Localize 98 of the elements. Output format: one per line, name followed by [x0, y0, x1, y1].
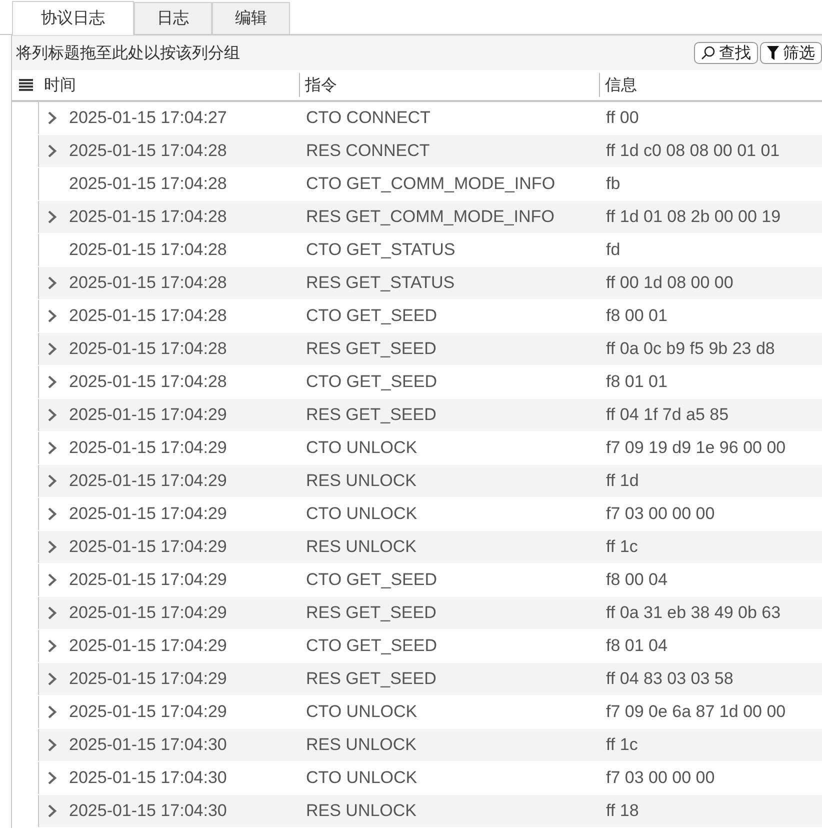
time-cell: 2025-01-15 17:04:28 [69, 306, 227, 326]
expand-chevron-icon[interactable] [47, 210, 57, 224]
column-header[interactable]: 指令 [299, 73, 599, 97]
expand-chevron-icon[interactable] [47, 441, 57, 455]
expand-chevron-icon[interactable] [47, 474, 57, 488]
command-cell: CTO UNLOCK [306, 438, 418, 457]
time-cell: 2025-01-15 17:04:27 [69, 108, 227, 128]
command-cell: CTO GET_SEED [306, 372, 437, 391]
expand-chevron-icon[interactable] [47, 738, 57, 752]
command-cell: CTO CONNECT [306, 108, 430, 127]
info-cell: f7 03 00 00 00 [606, 768, 715, 787]
info-cell: ff 1d c0 08 08 00 01 01 [606, 141, 780, 160]
expand-chevron-icon[interactable] [47, 606, 57, 620]
command-cell: RES UNLOCK [306, 471, 417, 490]
time-cell: 2025-01-15 17:04:29 [69, 537, 227, 557]
command-cell: CTO UNLOCK [306, 768, 418, 787]
expand-chevron-icon[interactable] [47, 639, 57, 653]
info-cell: f8 01 04 [606, 636, 668, 655]
time-cell: 2025-01-15 17:04:28 [69, 273, 227, 293]
info-cell: f8 00 04 [606, 570, 668, 589]
filter-icon [767, 46, 779, 60]
expand-chevron-icon[interactable] [47, 672, 57, 686]
command-cell: RES UNLOCK [306, 537, 417, 556]
info-cell: f7 09 19 d9 1e 96 00 00 [606, 438, 786, 457]
time-cell: 2025-01-15 17:04:28 [69, 372, 227, 392]
expand-chevron-icon[interactable] [47, 573, 57, 587]
expand-chevron-icon[interactable] [47, 804, 57, 818]
info-cell: ff 0a 31 eb 38 49 0b 63 [606, 603, 781, 622]
expand-chevron-icon[interactable] [47, 375, 57, 389]
time-cell: 2025-01-15 17:04:30 [69, 768, 227, 788]
command-cell: RES GET_SEED [306, 339, 436, 358]
command-cell: CTO GET_STATUS [306, 240, 456, 259]
time-cell: 2025-01-15 17:04:29 [69, 471, 227, 491]
expand-chevron-icon[interactable] [47, 309, 57, 323]
info-cell: ff 00 1d 08 00 00 [606, 273, 734, 292]
tab[interactable]: 协议日志 [12, 1, 134, 35]
time-cell: 2025-01-15 17:04:28 [69, 207, 227, 227]
search-button[interactable]: 查找 [694, 42, 758, 64]
tab[interactable]: 编辑 [212, 2, 290, 34]
expand-chevron-icon[interactable] [47, 507, 57, 521]
expand-chevron-icon[interactable] [47, 408, 57, 422]
command-cell: CTO UNLOCK [306, 702, 418, 721]
info-cell: fb [606, 174, 620, 193]
time-cell: 2025-01-15 17:04:29 [69, 702, 227, 722]
command-cell: RES GET_SEED [306, 669, 436, 688]
column-header[interactable]: 信息 [599, 73, 822, 97]
command-cell: CTO GET_SEED [306, 570, 437, 589]
column-chooser-icon[interactable] [18, 79, 32, 91]
command-cell: RES CONNECT [306, 141, 430, 160]
tab[interactable]: 日志 [134, 2, 212, 34]
command-cell: CTO UNLOCK [306, 504, 418, 523]
info-cell: fd [606, 240, 620, 259]
info-cell: ff 18 [606, 801, 639, 820]
command-cell: RES UNLOCK [306, 735, 417, 754]
time-cell: 2025-01-15 17:04:28 [69, 240, 227, 260]
time-cell: 2025-01-15 17:04:29 [69, 504, 227, 524]
expand-chevron-icon[interactable] [47, 771, 57, 785]
info-cell: f7 03 00 00 00 [606, 504, 715, 523]
command-cell: RES GET_SEED [306, 603, 436, 622]
info-cell: ff 1d [606, 471, 639, 490]
filter-button[interactable]: 筛选 [760, 42, 822, 64]
command-cell: RES UNLOCK [306, 801, 417, 820]
info-cell: ff 04 83 03 03 58 [606, 669, 734, 688]
info-cell: ff 1c [606, 537, 638, 556]
info-cell: ff 1d 01 08 2b 00 00 19 [606, 207, 781, 226]
time-cell: 2025-01-15 17:04:29 [69, 669, 227, 689]
command-cell: CTO GET_COMM_MODE_INFO [306, 174, 556, 193]
expand-chevron-icon[interactable] [47, 705, 57, 719]
info-cell: ff 00 [606, 108, 639, 127]
time-cell: 2025-01-15 17:04:28 [69, 141, 227, 161]
command-cell: CTO GET_SEED [306, 636, 437, 655]
info-cell: ff 04 1f 7d a5 85 [606, 405, 729, 424]
time-cell: 2025-01-15 17:04:29 [69, 405, 227, 425]
expand-chevron-icon[interactable] [47, 342, 57, 356]
info-cell: f7 09 0e 6a 87 1d 00 00 [606, 702, 786, 721]
time-cell: 2025-01-15 17:04:29 [69, 636, 227, 656]
command-cell: CTO GET_SEED [306, 306, 437, 325]
group-by-hint: 将列标题拖至此处以按该列分组 [16, 44, 240, 64]
command-cell: RES GET_COMM_MODE_INFO [306, 207, 554, 226]
time-cell: 2025-01-15 17:04:30 [69, 801, 227, 821]
column-header[interactable]: 时间 [39, 73, 299, 97]
time-cell: 2025-01-15 17:04:28 [69, 174, 227, 194]
expand-chevron-icon[interactable] [47, 540, 57, 554]
time-cell: 2025-01-15 17:04:29 [69, 438, 227, 458]
info-cell: ff 0a 0c b9 f5 9b 23 d8 [606, 339, 775, 358]
expand-chevron-icon[interactable] [47, 144, 57, 158]
time-cell: 2025-01-15 17:04:28 [69, 339, 227, 359]
time-cell: 2025-01-15 17:04:30 [69, 735, 227, 755]
info-cell: f8 01 01 [606, 372, 668, 391]
info-cell: f8 00 01 [606, 306, 668, 325]
expand-chevron-icon[interactable] [47, 276, 57, 290]
command-cell: RES GET_SEED [306, 405, 436, 424]
time-cell: 2025-01-15 17:04:29 [69, 603, 227, 623]
expand-chevron-icon[interactable] [47, 111, 57, 125]
info-cell: ff 1c [606, 735, 638, 754]
command-cell: RES GET_STATUS [306, 273, 455, 292]
time-cell: 2025-01-15 17:04:29 [69, 570, 227, 590]
search-icon [701, 46, 715, 60]
